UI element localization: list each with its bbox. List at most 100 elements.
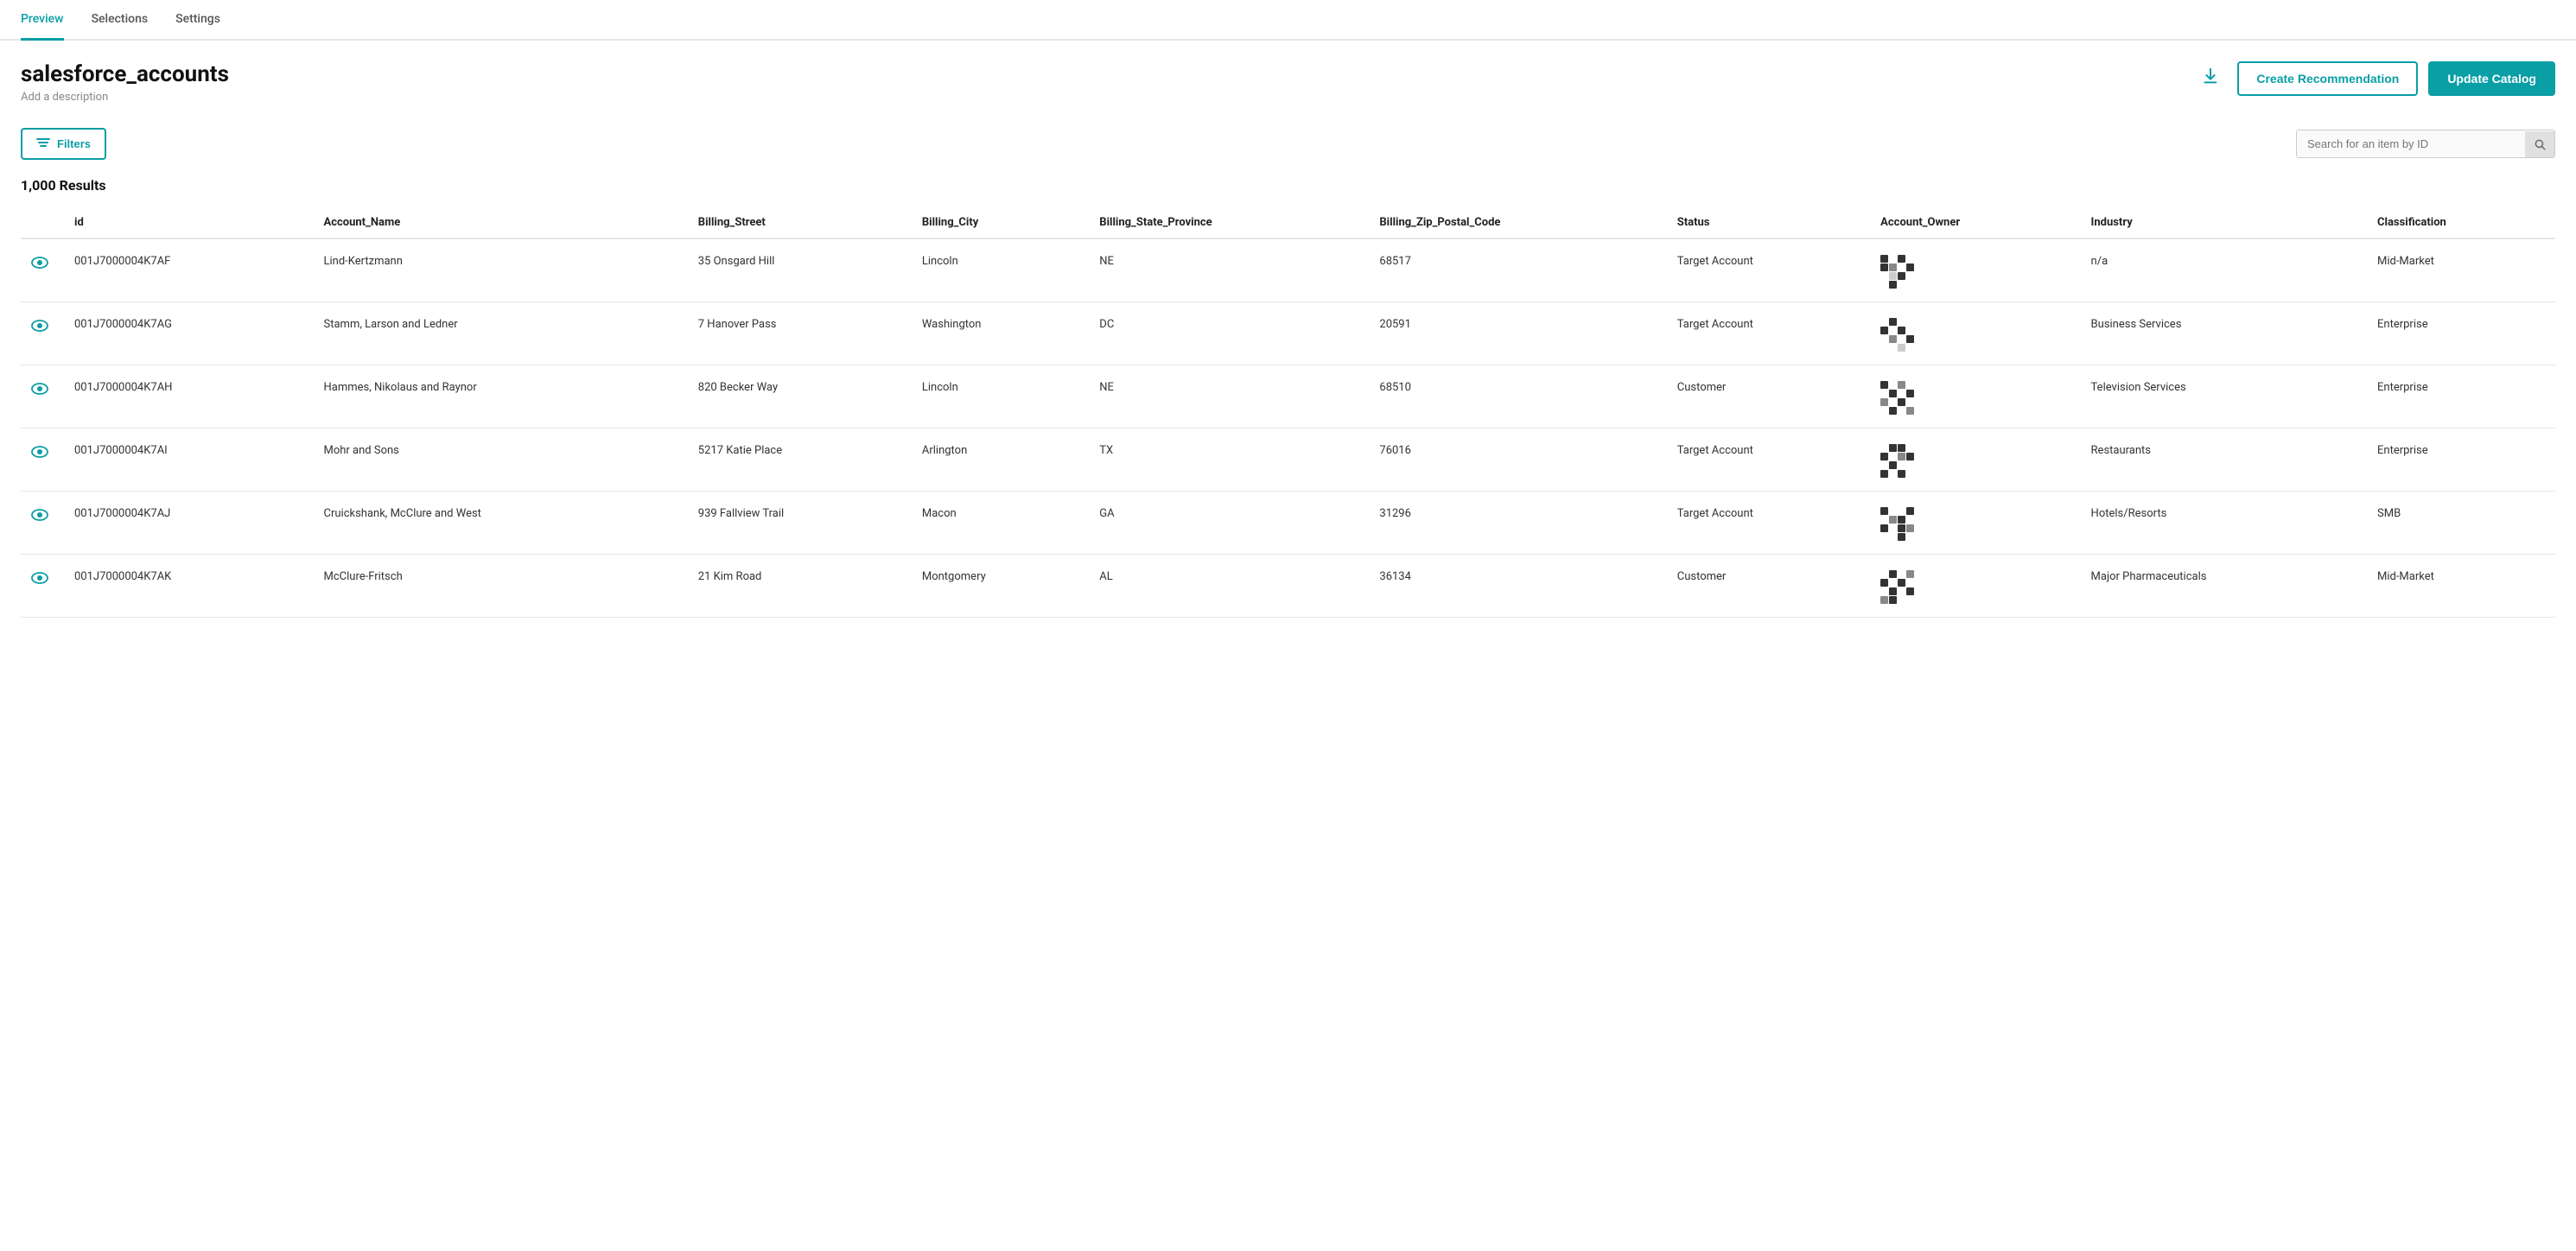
row-billing-state: TX [1089, 429, 1369, 492]
table-row: 001J7000004K7AFLind-Kertzmann35 Onsgard … [21, 238, 2555, 302]
avatar-pixel [1898, 461, 1905, 469]
avatar-pixel [1880, 264, 1888, 271]
avatar-pixel [1898, 507, 1905, 515]
col-header-billing-state[interactable]: Billing_State_Province [1089, 207, 1369, 238]
avatar-pixel [1906, 381, 1914, 389]
row-account-name: Hammes, Nikolaus and Raynor [314, 365, 688, 429]
page-description[interactable]: Add a description [21, 91, 229, 104]
avatar-pixel [1898, 579, 1905, 587]
row-billing-city: Montgomery [912, 555, 1089, 618]
avatar-pixel [1880, 461, 1888, 469]
avatar-pixel [1880, 272, 1888, 280]
avatar-pixel [1898, 398, 1905, 406]
avatar-pixel [1898, 596, 1905, 604]
avatar-pixel [1880, 596, 1888, 604]
col-header-account-name[interactable]: Account_Name [314, 207, 688, 238]
avatar-pixel [1889, 507, 1897, 515]
avatar-pixel [1889, 281, 1897, 289]
row-status: Target Account [1667, 238, 1870, 302]
col-header-status[interactable]: Status [1667, 207, 1870, 238]
avatar-pixel [1906, 272, 1914, 280]
row-billing-street: 21 Kim Road [688, 555, 912, 618]
row-eye-icon-cell [21, 238, 64, 302]
avatar-pixel [1898, 344, 1905, 352]
col-header-eye [21, 207, 64, 238]
avatar-pixel [1906, 507, 1914, 515]
eye-icon[interactable] [31, 570, 48, 588]
avatar-pixel [1889, 461, 1897, 469]
row-billing-zip: 36134 [1369, 555, 1666, 618]
avatar-pixel [1906, 398, 1914, 406]
avatar-pixel [1898, 318, 1905, 326]
row-classification: Enterprise [2367, 365, 2555, 429]
col-header-account-owner[interactable]: Account_Owner [1870, 207, 2080, 238]
tab-settings[interactable]: Settings [175, 0, 220, 41]
avatar-pixel [1906, 318, 1914, 326]
search-input[interactable] [2297, 130, 2525, 157]
avatar-pixel [1906, 281, 1914, 289]
eye-icon[interactable] [31, 381, 48, 399]
eye-icon[interactable] [31, 444, 48, 462]
row-billing-state: NE [1089, 365, 1369, 429]
col-header-classification[interactable]: Classification [2367, 207, 2555, 238]
col-header-billing-street[interactable]: Billing_Street [688, 207, 912, 238]
download-button[interactable] [2194, 63, 2227, 94]
avatar-pixel [1880, 453, 1888, 460]
update-catalog-button[interactable]: Update Catalog [2428, 61, 2555, 96]
filters-button[interactable]: Filters [21, 128, 106, 160]
avatar-pixel [1880, 255, 1888, 263]
row-account-owner [1870, 302, 2080, 365]
avatar-pixel [1889, 344, 1897, 352]
avatar-pixel [1898, 335, 1905, 343]
avatar-pixel [1898, 524, 1905, 532]
row-billing-street: 939 Fallview Trail [688, 492, 912, 555]
row-id: 001J7000004K7AG [64, 302, 314, 365]
avatar-pixel [1906, 587, 1914, 595]
row-id: 001J7000004K7AJ [64, 492, 314, 555]
avatar-pixel [1898, 390, 1905, 397]
avatar-pixel [1880, 516, 1888, 524]
col-header-industry[interactable]: Industry [2081, 207, 2367, 238]
avatar-pixel [1889, 318, 1897, 326]
row-classification: Mid-Market [2367, 238, 2555, 302]
page-header: salesforce_accounts Add a description Cr… [0, 41, 2576, 117]
avatar-pixel [1880, 398, 1888, 406]
page-title: salesforce_accounts [21, 61, 229, 87]
results-count: 1,000 Results [0, 170, 2576, 207]
avatar-pixel [1889, 596, 1897, 604]
row-billing-city: Lincoln [912, 238, 1089, 302]
avatar-pixel [1889, 524, 1897, 532]
col-header-billing-city[interactable]: Billing_City [912, 207, 1089, 238]
avatar-pixel [1906, 407, 1914, 415]
row-status: Customer [1667, 555, 1870, 618]
tab-preview[interactable]: Preview [21, 0, 64, 41]
avatar-pixel [1906, 596, 1914, 604]
row-status: Customer [1667, 365, 1870, 429]
row-account-owner [1870, 238, 2080, 302]
row-billing-city: Washington [912, 302, 1089, 365]
avatar-pixel [1906, 453, 1914, 460]
eye-icon[interactable] [31, 255, 48, 273]
avatar [1880, 318, 1911, 349]
avatar-pixel [1880, 587, 1888, 595]
row-status: Target Account [1667, 429, 1870, 492]
avatar-pixel [1880, 281, 1888, 289]
avatar-pixel [1906, 524, 1914, 532]
avatar-pixel [1889, 579, 1897, 587]
avatar-pixel [1880, 579, 1888, 587]
search-button[interactable] [2525, 131, 2554, 157]
row-billing-zip: 76016 [1369, 429, 1666, 492]
row-billing-street: 820 Becker Way [688, 365, 912, 429]
create-recommendation-button[interactable]: Create Recommendation [2237, 61, 2418, 96]
col-header-billing-zip[interactable]: Billing_Zip_Postal_Code [1369, 207, 1666, 238]
avatar-pixel [1906, 390, 1914, 397]
avatar-pixel [1880, 407, 1888, 415]
col-header-id[interactable]: id [64, 207, 314, 238]
eye-icon[interactable] [31, 507, 48, 525]
eye-icon[interactable] [31, 318, 48, 336]
row-eye-icon-cell [21, 555, 64, 618]
row-billing-state: GA [1089, 492, 1369, 555]
avatar-pixel [1889, 587, 1897, 595]
tab-selections[interactable]: Selections [92, 0, 149, 41]
row-industry: Major Pharmaceuticals [2081, 555, 2367, 618]
